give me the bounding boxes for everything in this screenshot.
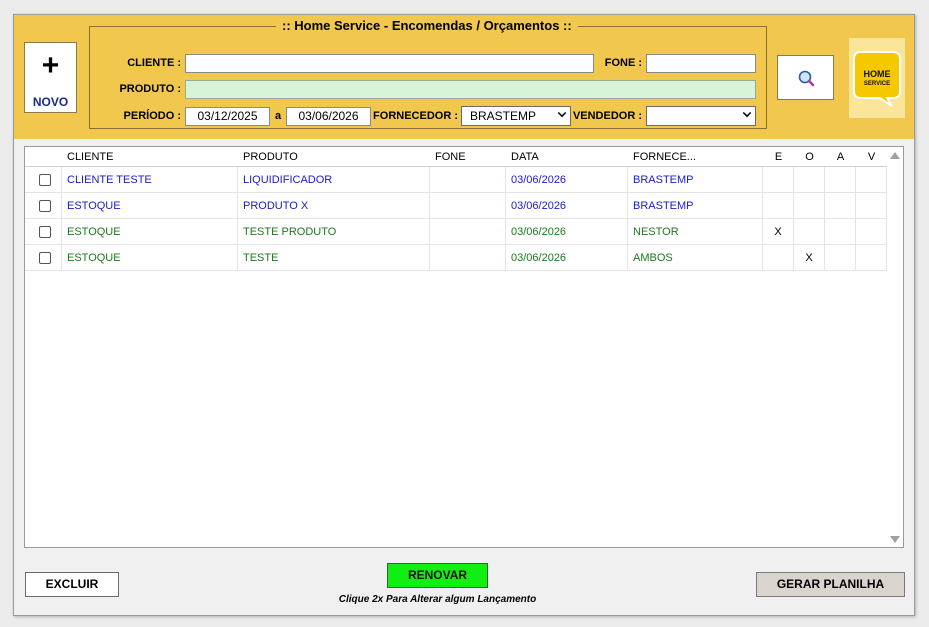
table-header: CLIENTE PRODUTO FONE DATA FORNECE... E O… [25,147,889,167]
vertical-scrollbar[interactable] [887,147,903,547]
fornecedor-label: FORNECEDOR : [373,110,458,122]
produto-label: PRODUTO : [119,83,181,95]
cell-fornecedor: AMBOS [628,245,763,271]
column-header-e[interactable]: E [763,147,794,167]
cell-fornecedor: BRASTEMP [628,193,763,219]
cell-data: 03/06/2026 [506,245,628,271]
cell-v [856,193,887,219]
cell-e [763,167,794,193]
column-header-v[interactable]: V [856,147,887,167]
cell-o [794,193,825,219]
cell-produto: TESTE [238,245,430,271]
column-header-cliente[interactable]: CLIENTE [67,147,113,167]
cell-fone [430,219,506,245]
chevron-down-icon [557,108,567,118]
cell-cliente: ESTOQUE [62,219,238,245]
plus-icon: + [41,49,60,82]
excluir-button[interactable]: EXCLUIR [25,572,119,597]
cell-o [794,219,825,245]
home-service-logo: HOME SERVICE [849,38,905,118]
cell-v [856,167,887,193]
table-row[interactable]: CLIENTE TESTE LIQUIDIFICADOR 03/06/2026 BRA… [25,167,889,193]
row-checkbox[interactable] [39,252,51,264]
periodo-start-input[interactable]: 03/12/2025 [185,107,270,126]
cell-data: 03/06/2026 [506,219,628,245]
cell-a [825,245,856,271]
column-header-o[interactable]: O [794,147,825,167]
records-table: CLIENTE PRODUTO FONE DATA FORNECE... E O… [24,146,904,548]
table-row[interactable]: ESTOQUE PRODUTO X 03/06/2026 BRASTEMP [25,193,889,219]
row-checkbox[interactable] [39,174,51,186]
cell-e: X [763,219,794,245]
fone-label: FONE : [604,57,642,69]
periodo-end-input[interactable]: 03/06/2026 [286,107,371,126]
produto-input[interactable] [185,80,756,99]
cell-fornecedor: BRASTEMP [628,167,763,193]
novo-label: NOVO [32,95,69,109]
cell-e [763,245,794,271]
row-checkbox-cell [25,245,62,271]
cliente-label: CLIENTE : [127,57,181,69]
cell-e [763,193,794,219]
chevron-down-icon [742,108,752,118]
cell-o [794,167,825,193]
cell-produto: LIQUIDIFICADOR [238,167,430,193]
periodo-label: PERÍODO : [123,110,181,122]
cell-produto: TESTE PRODUTO [238,219,430,245]
table-row[interactable]: ESTOQUE TESTE PRODUTO 03/06/2026 NESTOR X [25,219,889,245]
filter-header: + NOVO :: Home Service - Encomendas / Or… [14,15,914,139]
cell-fornecedor: NESTOR [628,219,763,245]
cell-v [856,219,887,245]
cell-fone [430,193,506,219]
cell-cliente: ESTOQUE [62,245,238,271]
svg-text:SERVICE: SERVICE [864,81,890,87]
vendedor-label: VENDEDOR : [572,110,642,122]
cell-o: X [794,245,825,271]
column-header-produto[interactable]: PRODUTO [243,147,298,167]
cell-v [856,245,887,271]
main-window: + NOVO :: Home Service - Encomendas / Or… [13,14,915,616]
cliente-input[interactable] [185,54,594,73]
row-checkbox-cell [25,167,62,193]
fornecedor-selected-value: BRASTEMP [470,109,537,123]
double-click-hint: Clique 2x Para Alterar algum Lançamento [338,594,537,605]
vendedor-select[interactable] [646,106,756,126]
svg-text:HOME: HOME [864,69,891,79]
cell-cliente: CLIENTE TESTE [62,167,238,193]
filter-group-title: :: Home Service - Encomendas / Orçamento… [276,19,578,33]
column-header-fornecedor[interactable]: FORNECE... [633,147,696,167]
periodo-separator: a [274,110,282,122]
cell-a [825,193,856,219]
cell-a [825,167,856,193]
cell-data: 03/06/2026 [506,193,628,219]
row-checkbox[interactable] [39,200,51,212]
novo-button[interactable]: + NOVO [24,42,77,113]
row-checkbox-cell [25,219,62,245]
table-row[interactable]: ESTOQUE TESTE 03/06/2026 AMBOS X [25,245,889,271]
column-header-fone[interactable]: FONE [435,147,466,167]
fone-input[interactable] [646,54,756,73]
scroll-down-icon[interactable] [890,536,900,543]
scroll-up-icon[interactable] [890,152,900,159]
cell-fone [430,167,506,193]
filter-group: :: Home Service - Encomendas / Orçamento… [89,19,767,129]
cell-data: 03/06/2026 [506,167,628,193]
column-header-data[interactable]: DATA [511,147,539,167]
cell-cliente: ESTOQUE [62,193,238,219]
cell-a [825,219,856,245]
column-header-a[interactable]: A [825,147,856,167]
renovar-button[interactable]: RENOVAR [387,563,488,588]
row-checkbox[interactable] [39,226,51,238]
search-button[interactable] [777,55,834,100]
search-icon [798,70,815,87]
gerar-planilha-button[interactable]: GERAR PLANILHA [756,572,905,597]
row-checkbox-cell [25,193,62,219]
cell-produto: PRODUTO X [238,193,430,219]
cell-fone [430,245,506,271]
fornecedor-select[interactable]: BRASTEMP [461,106,571,126]
